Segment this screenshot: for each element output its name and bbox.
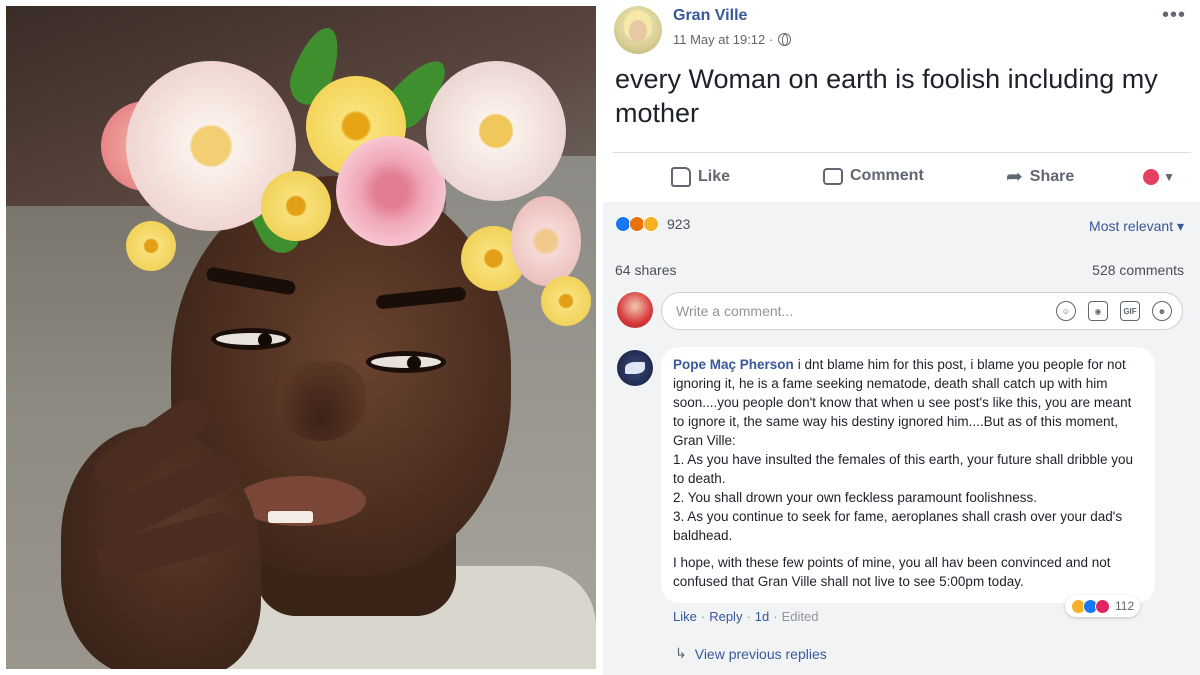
post-timestamp[interactable]: 11 May at 19:12 · [673,32,773,47]
like-label: Like [698,168,731,185]
comment-input[interactable] [676,303,1036,319]
post-photo[interactable] [6,6,596,669]
crown-flower-daisy [126,221,176,271]
comment-edited[interactable]: Edited [782,609,819,624]
haha-reaction-icon [643,216,659,232]
globe-icon [778,33,792,46]
comment-closing: I hope, with these few points of mine, y… [673,555,1111,589]
separator: · [746,609,751,624]
comment-actions: Like · Reply · 1d · Edited [673,609,818,624]
author-avatar[interactable] [614,6,662,54]
separator: · [773,609,778,624]
comment-label: Comment [850,167,924,184]
chevron-down-icon: ▼ [1163,170,1175,184]
photo-left-eye [211,328,291,350]
post-actions-bar: Like Comment ➦ Share ▼ [613,152,1191,200]
commenter-avatar[interactable] [617,350,653,386]
reply-arrow-icon: ↳ [675,645,687,661]
comment-composer[interactable]: ☺ ◉ GIF ☻ [661,292,1183,330]
comments-count[interactable]: 528 comments [1092,262,1184,278]
emoji-icon[interactable]: ☺ [1056,301,1076,321]
post-author[interactable]: Gran Ville [673,7,747,25]
separator: · [700,609,706,624]
comment-reply-link[interactable]: Reply [709,609,742,624]
crown-flower-daisy [261,171,331,241]
share-arrow-icon: ➦ [1006,166,1023,188]
share-label: Share [1029,168,1075,185]
shares-count[interactable]: 64 shares [615,262,676,278]
love-reaction-icon [1095,598,1110,614]
crown-flower-pink [511,196,581,286]
facebook-post: Gran Ville 11 May at 19:12 · ••• every W… [603,0,1200,675]
crown-flower-white [426,61,566,201]
comments-section: 923 Most relevant ▾ 64 shares 528 commen… [603,202,1200,675]
comment-button[interactable]: Comment [823,167,924,185]
commenter-name[interactable]: Pope Maç Pherson [673,357,794,372]
photo-right-eye [366,351,446,373]
view-previous-replies[interactable]: ↳ View previous replies [675,645,827,662]
viewer-avatar [617,292,653,328]
comment-reactions-count: 112 [1115,599,1135,613]
post-meta: 11 May at 19:12 · [673,32,792,47]
like-button[interactable]: Like [671,167,730,187]
comment-like-link[interactable]: Like [673,609,697,624]
comment-age[interactable]: 1d [755,609,769,624]
thumbs-up-icon [671,167,691,187]
gif-icon[interactable]: GIF [1120,301,1140,321]
comment-points: 1. As you have insulted the females of t… [673,450,1143,545]
more-options-icon[interactable]: ••• [1162,4,1186,27]
photo-teeth [268,511,313,523]
post-text: every Woman on earth is foolish includin… [615,64,1158,128]
photo-nose [276,361,366,441]
comment-bubble: Pope Maç Pherson i dnt blame him for this… [661,347,1155,603]
crown-flower-daisy [541,276,591,326]
comment-point: 3. As you continue to seek for fame, aer… [673,509,1123,543]
view-previous-replies-label: View previous replies [694,645,827,662]
sticker-icon[interactable]: ☻ [1152,301,1172,321]
camera-icon[interactable]: ◉ [1088,301,1108,321]
sort-dropdown[interactable]: Most relevant ▾ [1089,218,1184,235]
comment-point: 1. As you have insulted the females of t… [673,452,1134,486]
reaction-picker-button[interactable]: ▼ [1143,169,1175,185]
profile-reaction-icon [1143,169,1160,185]
comment-bubble-icon [823,167,843,185]
reactions-count: 923 [667,216,691,232]
share-button[interactable]: ➦ Share [1006,167,1074,187]
comment-reactions[interactable]: 112 [1065,595,1141,617]
comment-intro: Pope Maç Pherson i dnt blame him for this… [673,355,1143,450]
comment-point: 2. You shall drown your own feckless par… [673,490,1037,505]
reactions-summary[interactable]: 923 [615,216,690,232]
